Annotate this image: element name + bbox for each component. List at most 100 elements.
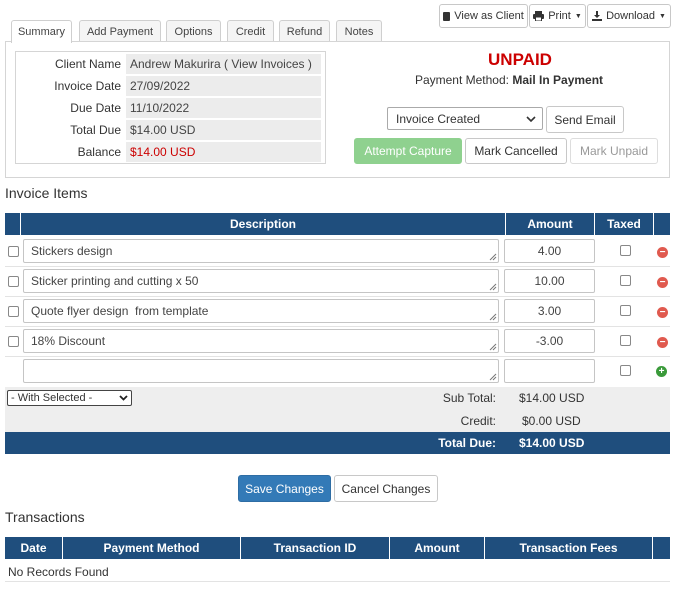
- save-changes-label: Save Changes: [245, 481, 324, 496]
- row-divider: [5, 581, 670, 582]
- remove-row-icon[interactable]: −: [657, 277, 668, 288]
- tab-credit[interactable]: Credit: [227, 20, 274, 42]
- attempt-capture-label: Attempt Capture: [364, 144, 452, 158]
- client-name[interactable]: Andrew Makurira: [130, 57, 221, 71]
- resize-grip-icon[interactable]: [489, 373, 497, 381]
- item-description-text: Quote flyer design from template: [31, 304, 209, 318]
- resize-grip-icon[interactable]: [489, 253, 497, 261]
- item-description-input[interactable]: Stickers design: [23, 239, 499, 263]
- tab-credit-label: Credit: [235, 25, 266, 38]
- payment-method-line: Payment Method: Mail In Payment: [380, 73, 638, 87]
- send-email-button[interactable]: Send Email: [546, 106, 624, 133]
- attempt-capture-button[interactable]: Attempt Capture: [354, 138, 462, 164]
- cancel-changes-button[interactable]: Cancel Changes: [334, 475, 438, 502]
- tab-notes[interactable]: Notes: [336, 20, 382, 42]
- invoice-date-row: Invoice Date 27/09/2022: [16, 76, 327, 96]
- taxed-checkbox[interactable]: [620, 335, 631, 346]
- payment-method-value: Mail In Payment: [512, 73, 604, 87]
- print-button[interactable]: Print ▼: [529, 4, 586, 28]
- tab-options[interactable]: Options: [166, 20, 221, 42]
- invoice-summary-box: Client Name Andrew Makurira ( View Invoi…: [15, 51, 326, 164]
- resize-grip-icon[interactable]: [489, 313, 497, 321]
- description-header: Description: [20, 213, 505, 235]
- balance-row: Balance $14.00 USD: [16, 142, 327, 162]
- total-due-bar-value: $14.00 USD: [519, 436, 585, 450]
- remove-row-icon[interactable]: −: [657, 337, 668, 348]
- mark-unpaid-button[interactable]: Mark Unpaid: [570, 138, 658, 164]
- remove-row-icon[interactable]: −: [657, 307, 668, 318]
- taxed-checkbox[interactable]: [620, 245, 631, 256]
- printer-icon: [533, 11, 545, 21]
- total-due-row: Total Due $14.00 USD: [16, 120, 327, 140]
- row-divider: [5, 356, 670, 357]
- resize-grip-icon[interactable]: [489, 343, 497, 351]
- cancel-changes-label: Cancel Changes: [341, 481, 431, 496]
- item-amount-input[interactable]: 10.00: [504, 269, 595, 293]
- row-select-checkbox[interactable]: [8, 306, 19, 317]
- payment-method-header: Payment Method: [62, 537, 240, 559]
- due-date-label: Due Date: [70, 101, 121, 115]
- view-as-client-label: View as Client: [454, 10, 524, 22]
- new-item-description-input[interactable]: [23, 359, 499, 383]
- date-header: Date: [20, 541, 47, 555]
- download-label: Download: [606, 10, 655, 22]
- tab-options-label: Options: [174, 25, 213, 38]
- chevron-down-icon: [526, 115, 536, 122]
- send-email-label: Send Email: [554, 112, 616, 127]
- email-template-value: Invoice Created: [396, 111, 481, 126]
- client-name-label: Client Name: [54, 57, 121, 71]
- row-select-checkbox[interactable]: [8, 246, 19, 257]
- item-amount-input[interactable]: 4.00: [504, 239, 595, 263]
- view-as-client-button[interactable]: View as Client: [439, 4, 528, 28]
- item-description-input[interactable]: Sticker printing and cutting x 50: [23, 269, 499, 293]
- item-description-text: 18% Discount: [31, 334, 106, 348]
- due-date-value: 11/10/2022: [126, 98, 321, 118]
- invoice-date-label: Invoice Date: [54, 79, 121, 93]
- view-invoices-link[interactable]: ( View Invoices ): [224, 57, 312, 71]
- mark-cancelled-button[interactable]: Mark Cancelled: [465, 138, 567, 164]
- amount-header: Amount: [389, 537, 484, 559]
- item-description-text: Stickers design: [31, 244, 113, 258]
- total-due-label: Total Due: [70, 123, 121, 137]
- balance-value: $14.00 USD: [126, 142, 321, 162]
- client-name-value: Andrew Makurira ( View Invoices ): [126, 54, 321, 74]
- invoice-date-value: 27/09/2022: [126, 76, 321, 96]
- email-template-select[interactable]: Invoice Created: [387, 107, 543, 130]
- taxed-checkbox[interactable]: [620, 275, 631, 286]
- transactions-heading: Transactions: [5, 509, 85, 525]
- credit-label: Credit:: [460, 414, 496, 428]
- taxed-checkbox[interactable]: [620, 305, 631, 316]
- save-changes-button[interactable]: Save Changes: [238, 475, 331, 502]
- due-date-row: Due Date 11/10/2022: [16, 98, 327, 118]
- row-select-checkbox[interactable]: [8, 336, 19, 347]
- tab-notes-label: Notes: [344, 25, 374, 38]
- add-row-icon[interactable]: +: [656, 366, 667, 377]
- taxed-checkbox[interactable]: [620, 365, 631, 376]
- balance-label: Balance: [77, 145, 121, 159]
- tab-summary-label: Summary: [17, 26, 66, 38]
- with-selected-value: - With Selected -: [11, 392, 93, 404]
- row-select-checkbox[interactable]: [8, 276, 19, 287]
- caret-down-icon: ▼: [658, 12, 666, 20]
- tab-add-payment-label: Add Payment: [86, 25, 154, 38]
- caret-down-icon: ▼: [574, 12, 582, 20]
- print-label: Print: [548, 10, 571, 22]
- new-item-amount-input[interactable]: [504, 359, 595, 383]
- tab-summary[interactable]: Summary: [11, 20, 72, 43]
- item-amount-input[interactable]: 3.00: [504, 299, 595, 323]
- item-description-text: Sticker printing and cutting x 50: [31, 274, 199, 288]
- mark-unpaid-label: Mark Unpaid: [579, 144, 649, 158]
- credit-value: $0.00 USD: [522, 414, 581, 428]
- item-description-input[interactable]: 18% Discount: [23, 329, 499, 353]
- resize-grip-icon[interactable]: [489, 283, 497, 291]
- with-selected-select[interactable]: - With Selected -: [7, 390, 132, 406]
- invoice-items-heading: Invoice Items: [5, 185, 88, 201]
- remove-row-icon[interactable]: −: [657, 247, 668, 258]
- row-divider: [5, 296, 670, 297]
- item-amount-input[interactable]: -3.00: [504, 329, 595, 353]
- item-description-input[interactable]: Quote flyer design from template: [23, 299, 499, 323]
- transaction-fees-header: Transaction Fees: [484, 537, 652, 559]
- tab-add-payment[interactable]: Add Payment: [79, 20, 161, 42]
- download-button[interactable]: Download ▼: [587, 4, 671, 28]
- tab-refund[interactable]: Refund: [279, 20, 330, 42]
